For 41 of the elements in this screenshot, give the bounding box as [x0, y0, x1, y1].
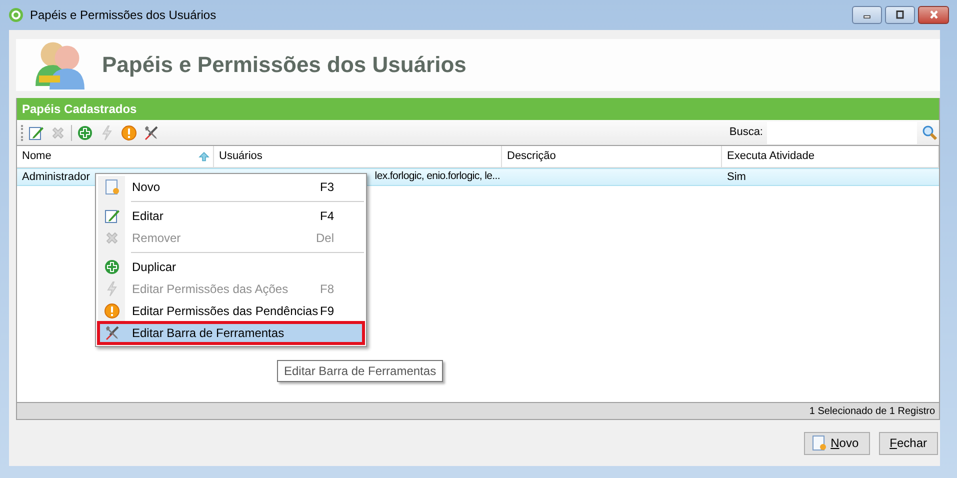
search-label: Busca:	[729, 125, 763, 140]
pencil-icon	[104, 208, 120, 224]
column-header[interactable]: Usuários	[219, 148, 262, 165]
menu-item[interactable]: Duplicar	[98, 256, 364, 278]
table-cell-text: Administrador	[22, 170, 90, 185]
search-icon	[922, 124, 938, 140]
window-title: Papéis e Permissões dos Usuários	[30, 7, 216, 24]
tools-icon	[104, 325, 120, 341]
remove-icon	[104, 230, 120, 246]
pencil-icon	[28, 124, 44, 140]
remove-icon	[50, 124, 66, 140]
new-button[interactable]: Novo	[804, 432, 870, 454]
tooltip: Editar Barra de Ferramentas	[277, 360, 444, 382]
minimize-button[interactable]	[852, 6, 882, 24]
status-text: 1 Selecionado de 1 Registro	[809, 404, 935, 418]
search-field[interactable]	[767, 122, 917, 144]
maximize-button[interactable]	[885, 6, 915, 24]
close-button[interactable]	[918, 6, 949, 24]
close-form-button[interactable]: Fechar	[878, 432, 938, 454]
panel-title: Papéis Cadastrados	[17, 98, 939, 120]
app-icon	[8, 7, 24, 23]
plus-icon	[104, 259, 120, 275]
pending-button[interactable]	[120, 124, 138, 142]
menu-item[interactable]: Editar Barra de Ferramentas	[98, 322, 364, 344]
toolbar-settings-button[interactable]	[142, 124, 160, 142]
menu-item[interactable]: Editar Permissões das Pendências F9	[98, 300, 364, 322]
search-button[interactable]	[921, 124, 939, 142]
exclamation-icon	[121, 124, 137, 140]
page-title: Papéis e Permissões dos Usuários	[102, 52, 466, 78]
exclamation-icon	[104, 303, 120, 319]
new-document-icon	[104, 179, 120, 195]
column-header[interactable]: Executa Atividade	[727, 148, 814, 165]
table-cell-text: lex.forlogic, enio.forlogic, le...	[374, 169, 500, 184]
new-document-icon	[810, 435, 827, 451]
plus-icon	[77, 124, 93, 140]
table-cell-text: Sim	[727, 170, 746, 185]
column-header[interactable]: Descrição	[507, 148, 556, 165]
column-header[interactable]: Nome	[22, 148, 52, 165]
menu-item[interactable]: Editar F4	[98, 205, 364, 227]
duplicate-button[interactable]	[76, 124, 94, 142]
tools-icon	[143, 124, 159, 140]
